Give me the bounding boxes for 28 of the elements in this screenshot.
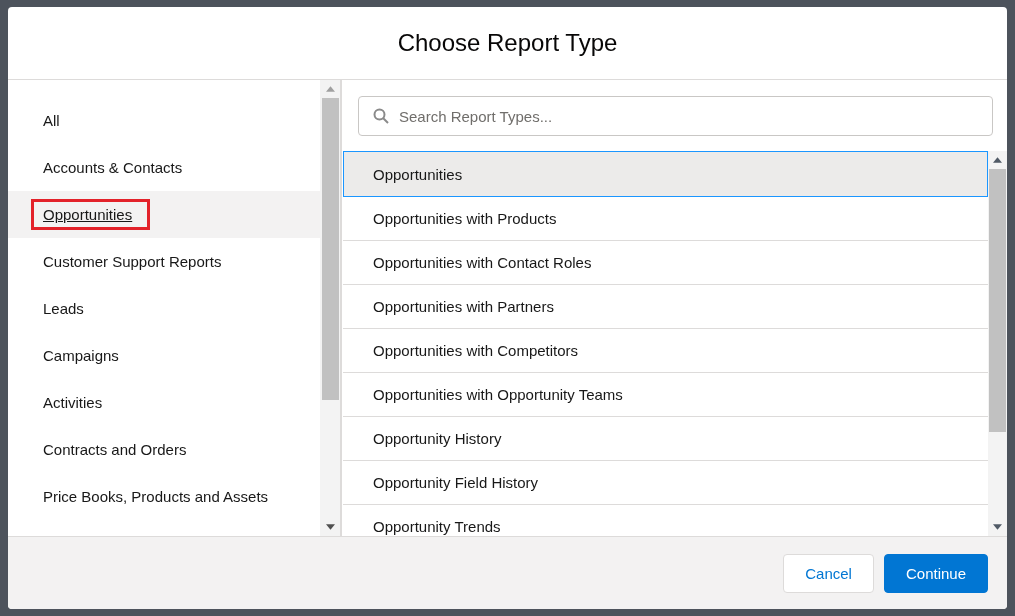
scroll-thumb[interactable] xyxy=(989,169,1006,432)
category-link[interactable]: Opportunities xyxy=(34,202,148,227)
scroll-down-icon[interactable] xyxy=(325,524,335,530)
category-link[interactable]: All xyxy=(43,108,60,133)
category-link[interactable]: Leads xyxy=(43,296,84,321)
scrollbar[interactable] xyxy=(988,151,1007,536)
category-link[interactable]: Accounts & Contacts xyxy=(43,155,183,180)
category-link[interactable]: Customer Support Reports xyxy=(43,249,222,274)
report-type-item[interactable]: Opportunity Field History xyxy=(343,461,988,505)
scrollbar[interactable] xyxy=(320,80,340,536)
dialog-title: Choose Report Type xyxy=(397,29,618,57)
category-link[interactable]: Campaigns xyxy=(43,343,119,368)
report-type-item[interactable]: Opportunities xyxy=(343,151,988,197)
scroll-up-icon[interactable] xyxy=(993,157,1002,163)
report-type-item[interactable]: Opportunities with Partners xyxy=(343,285,988,329)
category-link[interactable]: Activities xyxy=(43,390,103,415)
report-type-item[interactable]: Opportunities with Contact Roles xyxy=(343,241,988,285)
continue-button[interactable]: Continue xyxy=(883,553,988,593)
category-link[interactable]: Price Books, Products and Assets xyxy=(43,484,269,509)
report-type-item[interactable]: Opportunity History xyxy=(343,417,988,461)
category-link[interactable]: Contracts and Orders xyxy=(43,437,187,462)
scroll-down-icon[interactable] xyxy=(993,524,1002,530)
search-field[interactable]: Search Report Types... xyxy=(358,96,993,136)
scroll-thumb[interactable] xyxy=(321,98,339,400)
report-type-item[interactable]: Opportunities with Products xyxy=(343,197,988,241)
cancel-button[interactable]: Cancel xyxy=(783,553,874,593)
report-type-item[interactable]: Opportunities with Opportunity Teams xyxy=(343,373,988,417)
report-type-item[interactable]: Opportunities with Competitors xyxy=(343,329,988,373)
